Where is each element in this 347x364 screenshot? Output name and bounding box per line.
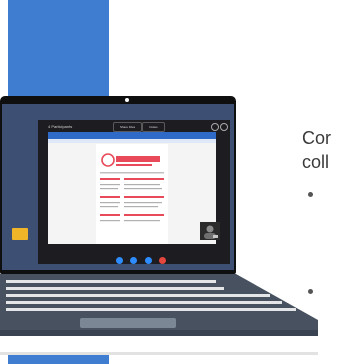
end-call-button[interactable] (159, 257, 167, 264)
screen-share-button[interactable] (144, 257, 152, 264)
keyboard-graphic (0, 274, 318, 352)
participant-video-tile[interactable] (200, 222, 220, 240)
participants-label: 4 Participants (48, 124, 73, 129)
chat-icon[interactable] (211, 123, 219, 131)
slide-text-line-2: coll (302, 152, 330, 172)
shared-document-window (48, 132, 220, 244)
mic-button[interactable] (130, 257, 138, 264)
slide-text-line-1: Cor (302, 128, 332, 148)
participant-avatar-icon (204, 225, 218, 239)
share-files-button[interactable]: Share Files (113, 122, 143, 132)
video-button[interactable] (116, 257, 123, 264)
close-icon[interactable] (220, 123, 228, 131)
call-controls (116, 251, 169, 264)
document-content-graphic (100, 153, 164, 222)
bullet-point (308, 192, 313, 197)
folder-icon[interactable] (12, 228, 28, 240)
invites-button[interactable]: Invites (142, 122, 165, 132)
laptop-shadow (0, 352, 318, 355)
document-title-bar (48, 132, 216, 139)
meeting-app-window: 4 Participants Share Files Invites (38, 120, 230, 264)
laptop-base-keyboard (0, 274, 318, 352)
laptop-lid: 4 Participants Share Files Invites (0, 96, 236, 274)
document-toolbar (48, 139, 216, 143)
webcam-dot (125, 98, 129, 102)
laptop-screen: 4 Participants Share Files Invites (2, 104, 234, 270)
meeting-toolbar: 4 Participants Share Files Invites (38, 120, 230, 132)
document-page (96, 144, 168, 244)
